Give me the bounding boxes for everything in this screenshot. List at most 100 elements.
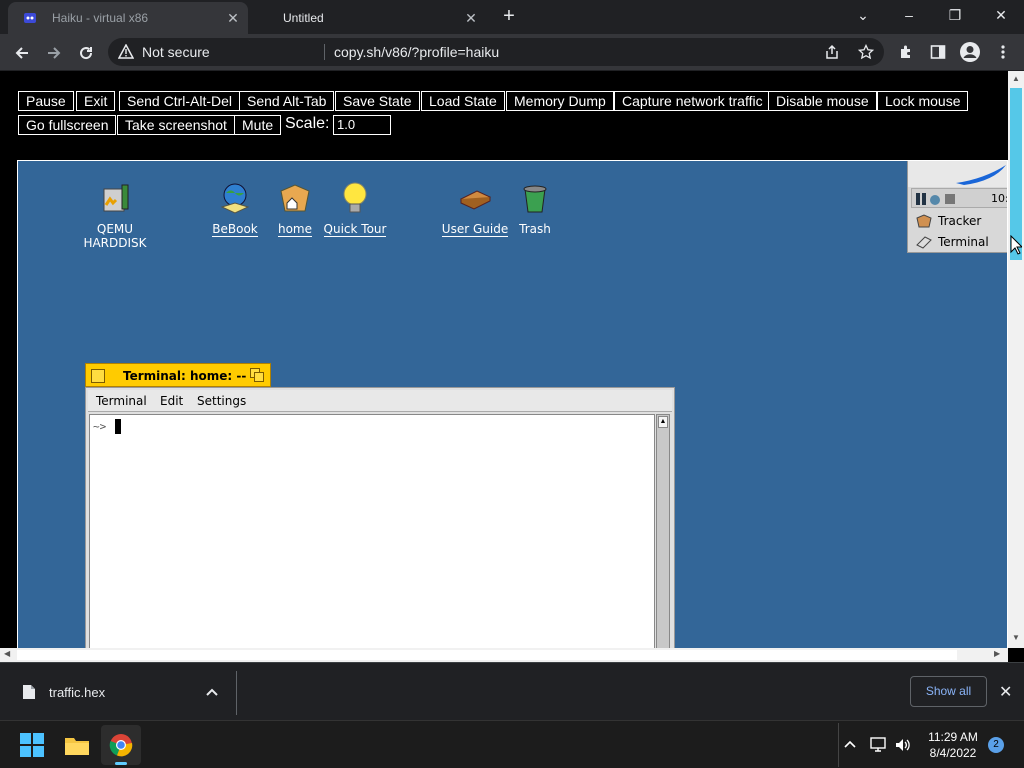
deskbar-item-tracker[interactable]: Tracker (908, 211, 1007, 231)
forward-arrow-icon (48, 47, 61, 59)
chevron-up-icon[interactable] (206, 687, 218, 697)
tab-search-button[interactable]: ⌄ (840, 0, 886, 30)
close-download-bar-icon[interactable]: ✕ (999, 682, 1012, 702)
take-screenshot-button[interactable]: Take screenshot (117, 115, 235, 135)
terminal-window: Terminal Edit Settings ~> ▲ (85, 387, 675, 648)
show-all-button[interactable]: Show all (910, 676, 987, 707)
go-fullscreen-button[interactable]: Go fullscreen (18, 115, 117, 135)
zoom-icon (250, 368, 264, 382)
network-icon[interactable] (870, 737, 888, 753)
warning-icon (118, 44, 134, 59)
restore-button[interactable]: ❐ (932, 0, 978, 30)
tab-haiku[interactable]: Haiku - virtual x86 ✕ (8, 2, 248, 34)
deskbar-item-terminal[interactable]: Terminal (908, 232, 1007, 252)
forward-button[interactable] (40, 39, 68, 67)
scroll-left-icon[interactable]: ◀ (4, 649, 10, 658)
security-label[interactable]: Not secure (142, 44, 210, 60)
back-button[interactable] (8, 39, 36, 67)
scale-input[interactable]: 1.0 (333, 115, 391, 135)
pause-button[interactable]: Pause (18, 91, 74, 111)
scroll-up-arrow-icon[interactable]: ▲ (658, 416, 668, 428)
desktop-icon-trash[interactable]: Trash (485, 181, 585, 236)
emulator-screen[interactable]: QEMU HARDDISK BeBook home Quick Tour Use… (17, 160, 1008, 648)
new-tab-button[interactable]: + (497, 4, 521, 28)
load-state-button[interactable]: Load State (421, 91, 505, 111)
desktop-icon-label: Trash (519, 222, 551, 236)
back-arrow-icon (15, 47, 28, 59)
share-icon[interactable] (824, 44, 840, 60)
terminal-title-tab[interactable]: Terminal: home: -- (85, 363, 271, 387)
reload-icon (80, 47, 93, 60)
file-icon (23, 685, 35, 699)
v86-favicon-icon (24, 13, 36, 23)
download-filename[interactable]: traffic.hex (49, 685, 105, 700)
close-window-button[interactable]: ✕ (978, 0, 1024, 30)
volume-icon[interactable] (894, 737, 912, 753)
mute-button[interactable]: Mute (234, 115, 282, 135)
menu-edit[interactable]: Edit (160, 394, 183, 408)
deskbar-item-label: Terminal (938, 235, 989, 249)
windows-start-icon[interactable] (20, 733, 44, 757)
page-vertical-scrollbar[interactable]: ▲ ▼ (1008, 71, 1024, 648)
desktop-icon-label: QEMU HARDDISK (83, 222, 147, 250)
deskbar-logo-area[interactable] (908, 161, 1007, 187)
scale-label: Scale: (285, 115, 330, 132)
desktop-icon-harddisk[interactable]: QEMU HARDDISK (65, 181, 165, 250)
close-tab-icon[interactable]: ✕ (225, 10, 241, 26)
menu-kebab-icon[interactable] (995, 44, 1011, 60)
scroll-right-icon[interactable]: ▶ (994, 649, 1000, 658)
terminal-icon (916, 236, 932, 249)
haiku-leaf-logo-icon (956, 165, 1006, 185)
side-panel-icon[interactable] (930, 44, 946, 60)
scrollbar-thumb[interactable] (17, 650, 957, 660)
profile-avatar-icon[interactable] (959, 41, 981, 63)
menu-terminal[interactable]: Terminal (96, 394, 147, 408)
terminal-menubar: Terminal Edit Settings (88, 390, 672, 412)
exit-button[interactable]: Exit (76, 91, 116, 111)
scroll-down-icon[interactable]: ▼ (1012, 633, 1020, 642)
url-text[interactable]: copy.sh/v86/?profile=haiku (334, 44, 499, 60)
capture-network-traffic-button[interactable]: Capture network traffic (614, 91, 771, 111)
address-bar[interactable]: Not secure copy.sh/v86/?profile=haiku (108, 38, 884, 66)
lightbulb-icon (343, 182, 367, 213)
menu-settings[interactable]: Settings (197, 394, 246, 408)
terminal-cursor (115, 419, 121, 434)
terminal-prompt: ~> (93, 420, 107, 433)
reload-button[interactable] (72, 39, 100, 67)
window-close-box[interactable] (91, 369, 105, 383)
deskbar-tray: 10:0 (911, 188, 1007, 208)
terminal-scrollbar[interactable]: ▲ (656, 414, 670, 648)
bookmark-star-icon[interactable] (858, 44, 874, 60)
save-state-button[interactable]: Save State (335, 91, 420, 111)
deskbar-clock[interactable]: 10:0 (991, 192, 1007, 205)
clock-date: 8/4/2022 (929, 746, 977, 760)
scroll-up-icon[interactable]: ▲ (1012, 74, 1020, 83)
clock-time: 11:29 AM (928, 730, 978, 744)
chevron-up-icon[interactable] (844, 739, 856, 749)
desktop-icon-quick-tour[interactable]: Quick Tour (305, 181, 405, 237)
browser-toolbar: Not secure copy.sh/v86/?profile=haiku (0, 34, 1024, 71)
memory-dump-button[interactable]: Memory Dump (506, 91, 614, 111)
send-ctrl-alt-del-button[interactable]: Send Ctrl-Alt-Del (119, 91, 241, 111)
active-indicator (115, 762, 127, 765)
tab-untitled[interactable]: Untitled ✕ (250, 2, 488, 34)
file-explorer-icon[interactable] (64, 734, 90, 756)
window-zoom-box[interactable] (250, 368, 264, 382)
extensions-puzzle-icon[interactable] (898, 44, 914, 60)
terminal-title: Terminal: home: -- (123, 369, 247, 383)
harddisk-icon (103, 184, 129, 212)
tab-title: Untitled (283, 11, 324, 25)
page-horizontal-scrollbar[interactable]: ◀ ▶ (0, 648, 1008, 662)
notification-badge[interactable]: 2 (988, 737, 1004, 753)
taskbar-clock[interactable]: 11:29 AM 8/4/2022 (918, 729, 988, 761)
chrome-taskbar-button[interactable] (101, 725, 141, 765)
download-divider (236, 671, 237, 715)
send-alt-tab-button[interactable]: Send Alt-Tab (239, 91, 335, 111)
close-tab-icon[interactable]: ✕ (463, 10, 479, 26)
lock-mouse-button[interactable]: Lock mouse (877, 91, 969, 111)
disable-mouse-button[interactable]: Disable mouse (768, 91, 877, 111)
tracker-icon (916, 214, 932, 228)
omnibox-divider (324, 44, 325, 60)
minimize-button[interactable]: – (886, 0, 932, 30)
terminal-output[interactable]: ~> (89, 414, 655, 648)
